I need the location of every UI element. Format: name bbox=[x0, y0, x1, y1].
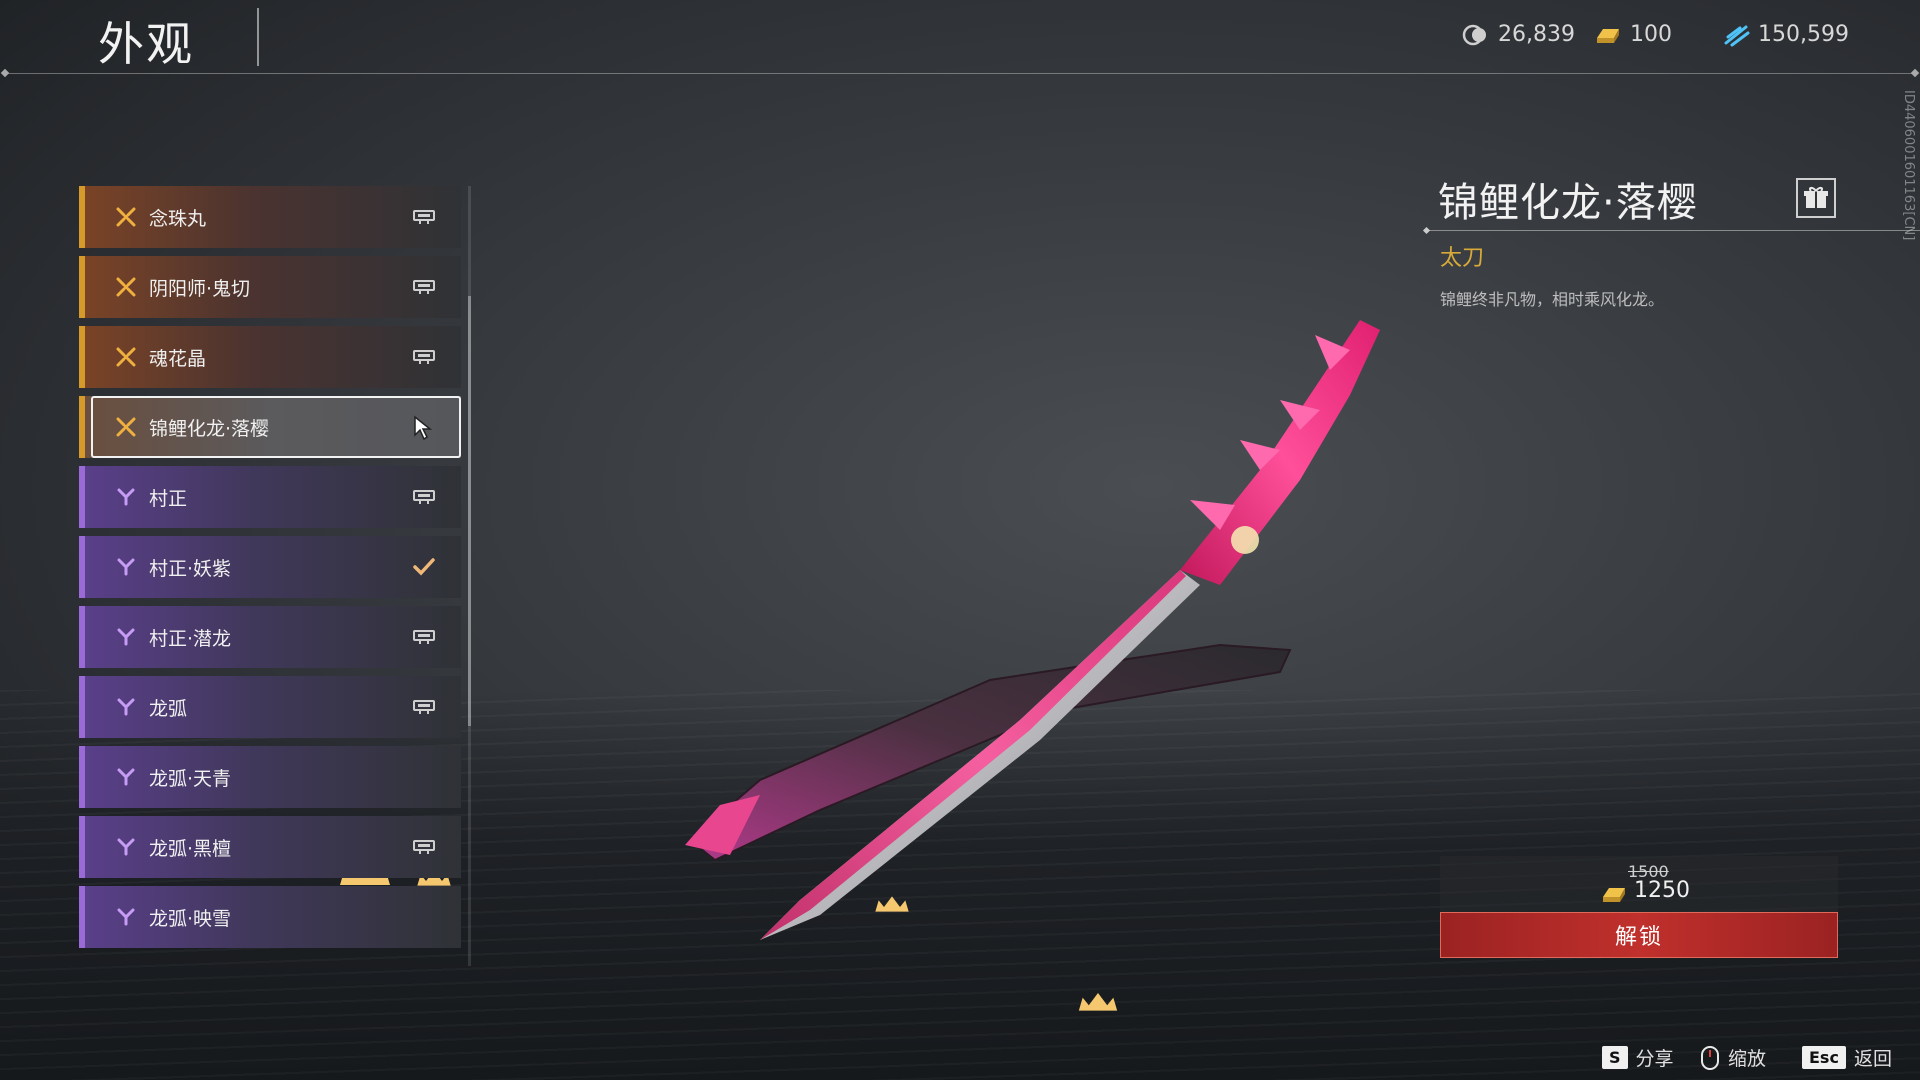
skin-list-item-label: 村正·潜龙 bbox=[149, 627, 232, 650]
gift-button[interactable] bbox=[1796, 178, 1836, 218]
skin-list: 念珠丸阴阳师·鬼切 魂花晶锦鲤化龙·落樱 村正村正·妖紫村正·潜龙龙弧龙弧·天青龙弧… bbox=[79, 186, 461, 956]
discount-price: 1250 bbox=[1634, 878, 1690, 903]
title-divider bbox=[257, 8, 259, 66]
currency-gold: 100 bbox=[1594, 22, 1672, 47]
locked-icon bbox=[411, 275, 437, 299]
purple-rarity-icon bbox=[115, 836, 137, 858]
rule-ornament bbox=[1910, 68, 1920, 78]
rule-ornament bbox=[0, 68, 10, 78]
zoom-hint[interactable]: 缩放 bbox=[1700, 1044, 1766, 1071]
esc-key: Esc bbox=[1802, 1046, 1846, 1069]
skin-list-item[interactable]: 村正·妖紫 bbox=[79, 536, 461, 598]
skin-list-item-label: 村正 bbox=[149, 487, 188, 510]
list-scrollbar[interactable] bbox=[468, 186, 471, 966]
locked-icon bbox=[411, 345, 437, 369]
locked-icon bbox=[411, 625, 437, 649]
skin-list-item-label: 阴阳师·鬼切 bbox=[149, 277, 251, 300]
purple-rarity-icon bbox=[115, 556, 137, 578]
skin-list-item[interactable]: 龙弧·天青 bbox=[79, 746, 461, 808]
purple-rarity-icon bbox=[115, 486, 137, 508]
skin-list-item[interactable]: 锦鲤化龙·落樱 bbox=[79, 396, 461, 458]
mouse-scroll-icon bbox=[1701, 1045, 1719, 1070]
currency-wind-value: 150,599 bbox=[1758, 22, 1849, 47]
skin-list-item[interactable]: 龙弧·映雪 bbox=[79, 886, 461, 948]
currency-jade: 26,839 bbox=[1462, 22, 1575, 47]
gold-ingot-icon bbox=[1603, 888, 1625, 902]
skin-list-item-label: 龙弧 bbox=[149, 697, 188, 720]
weapon-type: 太刀 bbox=[1440, 246, 1485, 271]
gold-rarity-icon bbox=[115, 276, 137, 298]
wind-token-icon bbox=[1724, 25, 1750, 46]
detail-panel: 锦鲤化龙·落樱 bbox=[1426, 170, 1920, 231]
gold-ingot-icon bbox=[1597, 28, 1619, 43]
purple-rarity-icon bbox=[115, 766, 137, 788]
skin-list-item[interactable]: 村正 bbox=[79, 466, 461, 528]
top-bar: 外观 26,839 100 150,599 bbox=[0, 0, 1920, 78]
skin-description: 锦鲤终非凡物，相时乘风化龙。 bbox=[1440, 290, 1665, 309]
share-hint[interactable]: S 分享 bbox=[1602, 1044, 1674, 1071]
locked-icon bbox=[411, 835, 437, 859]
locked-icon bbox=[411, 695, 437, 719]
locked-icon bbox=[411, 205, 437, 229]
lantern-decoration bbox=[1078, 993, 1118, 1011]
gold-rarity-icon bbox=[115, 346, 137, 368]
scrollbar-thumb[interactable] bbox=[468, 296, 471, 726]
skin-list-item-label: 龙弧·映雪 bbox=[149, 907, 232, 930]
currency-jade-value: 26,839 bbox=[1498, 22, 1575, 47]
skin-list-item[interactable]: 念珠丸 bbox=[79, 186, 461, 248]
skin-list-item-label: 龙弧·黑檀 bbox=[149, 837, 232, 860]
skin-list-item[interactable]: 龙弧·黑檀 bbox=[79, 816, 461, 878]
purple-rarity-icon bbox=[115, 906, 137, 928]
zoom-label: 缩放 bbox=[1728, 1048, 1767, 1070]
share-label: 分享 bbox=[1635, 1048, 1674, 1070]
skin-list-item-label: 龙弧·天青 bbox=[149, 767, 232, 790]
skin-list-item[interactable]: 龙弧 bbox=[79, 676, 461, 738]
skin-list-item[interactable]: 村正·潜龙 bbox=[79, 606, 461, 668]
skin-list-item[interactable]: 魂花晶 bbox=[79, 326, 461, 388]
page-title: 外观 bbox=[98, 17, 194, 71]
skin-list-item-label: 锦鲤化龙·落樱 bbox=[149, 417, 270, 440]
skin-list-item-label: 魂花晶 bbox=[149, 347, 207, 370]
share-key: S bbox=[1602, 1046, 1628, 1069]
build-id: ID4406001601163[CN] bbox=[1901, 90, 1916, 241]
skin-list-item-label: 村正·妖紫 bbox=[149, 557, 232, 580]
skin-name: 锦鲤化龙·落樱 bbox=[1438, 180, 1698, 226]
cursor-icon bbox=[411, 415, 437, 441]
lantern-decoration bbox=[875, 896, 909, 912]
skin-list-item[interactable]: 阴阳师·鬼切 bbox=[79, 256, 461, 318]
back-hint[interactable]: Esc 返回 bbox=[1802, 1044, 1892, 1071]
unlock-button[interactable]: 解锁 bbox=[1440, 912, 1838, 958]
purple-rarity-icon bbox=[115, 626, 137, 648]
weapon-preview[interactable] bbox=[660, 300, 1460, 980]
jade-coin-icon bbox=[1462, 24, 1486, 45]
currency-wind: 150,599 bbox=[1722, 22, 1849, 47]
top-rule bbox=[6, 73, 1914, 74]
back-label: 返回 bbox=[1853, 1048, 1892, 1070]
detail-divider bbox=[1426, 230, 1920, 231]
locked-icon bbox=[411, 485, 437, 509]
gold-rarity-icon bbox=[115, 416, 137, 438]
currency-gold-value: 100 bbox=[1630, 22, 1672, 47]
gold-rarity-icon bbox=[115, 206, 137, 228]
checkmark-icon bbox=[411, 555, 437, 579]
skin-list-item-label: 念珠丸 bbox=[149, 207, 207, 230]
gift-icon bbox=[1804, 187, 1828, 208]
purple-rarity-icon bbox=[115, 696, 137, 718]
